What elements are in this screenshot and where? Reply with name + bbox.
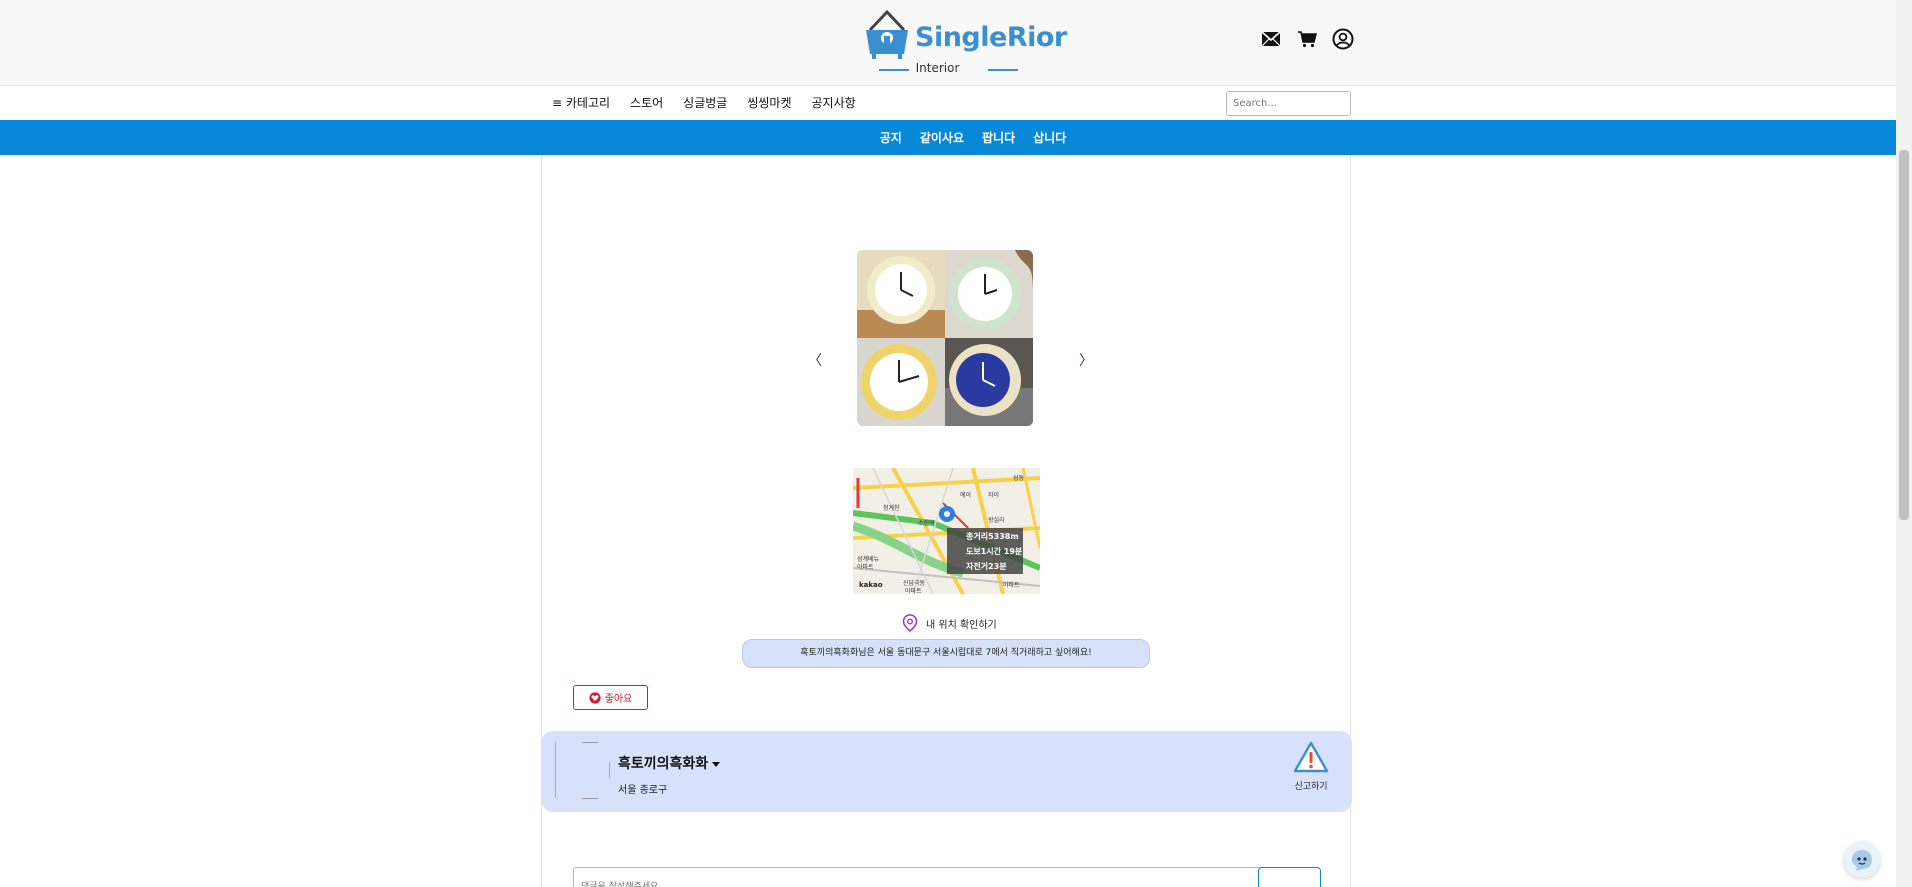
product-carousel bbox=[857, 250, 1033, 426]
map-label: 왕십리 bbox=[988, 517, 1005, 524]
logo-subtitle: Interior bbox=[915, 61, 960, 75]
map-bike-time: 자전거23분 bbox=[966, 562, 1007, 571]
avatar-frame-right bbox=[609, 762, 610, 778]
chatbot-button[interactable] bbox=[1844, 842, 1880, 878]
map-label: 아파트 bbox=[857, 564, 874, 571]
top-header: SingleRior Interior bbox=[0, 0, 1896, 86]
report-label: 신고하기 bbox=[1294, 782, 1328, 792]
subnav-item-notice[interactable]: 공지 bbox=[880, 129, 902, 146]
sub-nav: 공지 같이사요 팝니다 삽니다 bbox=[0, 120, 1896, 155]
map-walk-time: 도보1시간 19분 bbox=[966, 547, 1023, 556]
logo-line-right bbox=[988, 69, 1018, 71]
nav-item-market[interactable]: 씽씽마켓 bbox=[747, 94, 791, 111]
seller-location: 서울 종로구 bbox=[618, 785, 668, 796]
avatar[interactable] bbox=[555, 741, 610, 799]
trade-location-notice: 흑토끼의흑화화님은 서울 동대문구 서울시립대로 7에서 직거래하고 싶어해요! bbox=[742, 639, 1150, 668]
page-scrollbar[interactable] bbox=[1896, 0, 1912, 887]
header-icons bbox=[1260, 28, 1354, 50]
subnav-item-sell[interactable]: 팝니다 bbox=[982, 129, 1015, 146]
nav-item-store[interactable]: 스토어 bbox=[630, 94, 663, 111]
map-distance: 총거리5338m bbox=[966, 532, 1019, 541]
map-label: 성동 bbox=[1013, 475, 1025, 482]
chatbot-icon bbox=[1852, 850, 1872, 871]
logo-icon bbox=[866, 9, 908, 59]
avatar-frame-bottom bbox=[582, 798, 598, 799]
scrollbar-thumb[interactable] bbox=[1899, 150, 1909, 520]
avatar-frame-top bbox=[582, 742, 598, 743]
map-label: 소진여 bbox=[918, 520, 935, 527]
comment-input[interactable] bbox=[573, 867, 1261, 887]
post-content: 〈 〉 총거리5338m 도보1시간 19분 자전거23분 kakao 에이 소… bbox=[541, 155, 1352, 887]
seller-name: 흑토끼의흑화화 bbox=[618, 756, 709, 772]
site-logo[interactable]: SingleRior Interior bbox=[862, 8, 1067, 75]
logo-text: SingleRior bbox=[915, 22, 1067, 53]
product-photo bbox=[945, 338, 1033, 426]
heart-icon bbox=[589, 691, 601, 704]
subnav-item-buy[interactable]: 삽니다 bbox=[1033, 129, 1066, 146]
warning-icon bbox=[1293, 741, 1329, 773]
map-label: 청계천 bbox=[883, 505, 900, 512]
seller-name-dropdown[interactable]: 흑토끼의흑화화 bbox=[618, 753, 721, 773]
comment-submit-button[interactable] bbox=[1258, 867, 1321, 887]
sub-nav-menu: 공지 같이사요 팝니다 삽니다 bbox=[0, 129, 1896, 146]
map-label: 아파트 bbox=[905, 588, 922, 594]
page: SingleRior Interior ≡ 카테고리 스토어 싱글벙글 씽씽마켓… bbox=[0, 0, 1912, 887]
mail-icon[interactable] bbox=[1260, 28, 1282, 50]
nav-menu: ≡ 카테고리 스토어 싱글벙글 씽씽마켓 공지사항 bbox=[552, 94, 856, 111]
product-photo bbox=[857, 250, 945, 338]
subnav-item-buy-together[interactable]: 같이사요 bbox=[920, 129, 964, 146]
report-button[interactable]: 신고하기 bbox=[1291, 741, 1331, 792]
map-label: 자이 bbox=[988, 492, 1000, 499]
locate-me-label: 내 위치 확인하기 bbox=[926, 619, 997, 631]
carousel-next-button[interactable]: 〉 bbox=[1079, 350, 1093, 370]
nav-item-singlebeonggeul[interactable]: 싱글벙글 bbox=[683, 94, 727, 111]
cart-icon[interactable] bbox=[1296, 28, 1318, 50]
like-button[interactable]: 좋아요 bbox=[573, 685, 648, 710]
locate-me-button[interactable]: 내 위치 확인하기 bbox=[902, 614, 997, 632]
map-provider-logo: kakao bbox=[859, 581, 883, 589]
nav-item-category[interactable]: ≡ 카테고리 bbox=[552, 94, 610, 111]
product-photo bbox=[857, 338, 945, 426]
caret-down-icon bbox=[712, 761, 721, 767]
like-label: 좋아요 bbox=[604, 694, 633, 705]
search-input[interactable] bbox=[1226, 91, 1351, 116]
location-map[interactable]: 총거리5338m 도보1시간 19분 자전거23분 kakao 에이 소진여 왕… bbox=[853, 468, 1040, 594]
product-photo bbox=[945, 250, 1033, 338]
user-icon[interactable] bbox=[1332, 28, 1354, 50]
carousel-prev-button[interactable]: 〈 bbox=[808, 350, 822, 370]
location-pin-icon bbox=[902, 614, 918, 632]
main-nav: ≡ 카테고리 스토어 싱글벙글 씽씽마켓 공지사항 bbox=[0, 87, 1896, 120]
seller-card: 흑토끼의흑화화 서울 종로구 신고하기 bbox=[541, 731, 1352, 812]
nav-item-notice[interactable]: 공지사항 bbox=[812, 94, 856, 111]
map-label: 에이 bbox=[960, 492, 972, 499]
map-label: 아파트 bbox=[1003, 582, 1020, 589]
